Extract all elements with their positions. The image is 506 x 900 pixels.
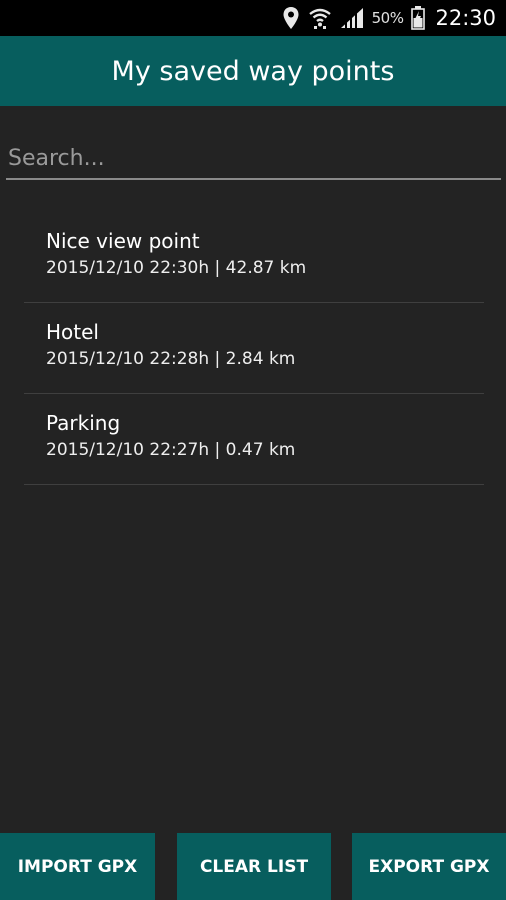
screen: 50% 22:30 My saved way points Nice view … <box>0 0 506 900</box>
waypoint-name: Hotel <box>46 320 99 344</box>
waypoint-details: 2015/12/10 22:30h | 42.87 km <box>46 258 307 278</box>
waypoint-item-parking[interactable]: Parking 2015/12/10 22:27h | 0.47 km <box>24 394 484 485</box>
page-title: My saved way points <box>111 55 395 87</box>
app-bar: My saved way points <box>0 36 506 106</box>
waypoint-name: Parking <box>46 411 121 435</box>
bottom-action-bar: IMPORT GPX CLEAR LIST EXPORT GPX <box>0 833 506 900</box>
battery-icon <box>411 6 426 30</box>
waypoint-list: Nice view point 2015/12/10 22:30h | 42.8… <box>24 212 484 485</box>
waypoint-details: 2015/12/10 22:28h | 2.84 km <box>46 349 296 369</box>
export-gpx-button[interactable]: EXPORT GPX <box>352 833 506 900</box>
waypoint-item-hotel[interactable]: Hotel 2015/12/10 22:28h | 2.84 km <box>24 303 484 394</box>
clear-list-button[interactable]: CLEAR LIST <box>177 833 331 900</box>
waypoint-details: 2015/12/10 22:27h | 0.47 km <box>46 440 296 460</box>
search-bar <box>6 138 501 180</box>
location-pin-icon <box>282 6 300 30</box>
status-bar: 50% 22:30 <box>0 0 506 36</box>
wifi-icon <box>308 7 332 29</box>
signal-icon <box>340 7 364 29</box>
status-clock: 22:30 <box>435 6 496 30</box>
waypoint-item-nice-view-point[interactable]: Nice view point 2015/12/10 22:30h | 42.8… <box>24 212 484 303</box>
search-input[interactable] <box>6 138 501 180</box>
battery-percent: 50% <box>371 9 404 27</box>
waypoint-name: Nice view point <box>46 229 200 253</box>
import-gpx-button[interactable]: IMPORT GPX <box>0 833 155 900</box>
